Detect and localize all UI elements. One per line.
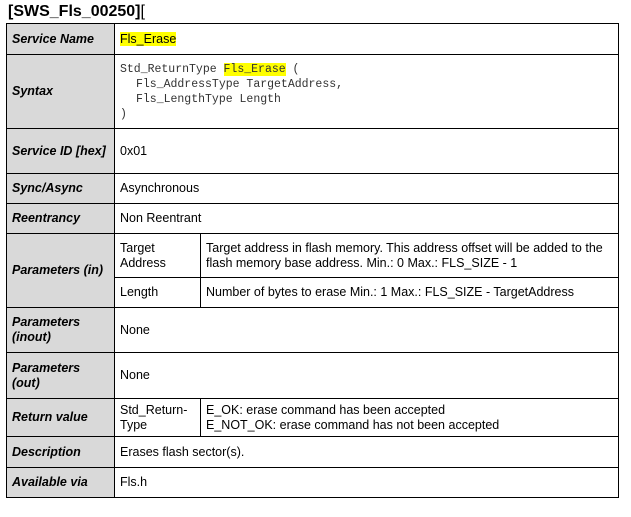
reentrancy-value: Non Reentrant [114, 203, 619, 234]
row-return-value: Return value Std_Return-Type E_OK: erase… [6, 398, 619, 437]
reentrancy-label: Reentrancy [6, 203, 115, 234]
row-reentrancy: Reentrancy Non Reentrant [6, 203, 619, 234]
row-parameters-in-1: Parameters (in) Target Address Target ad… [6, 233, 619, 308]
row-available-via: Available via Fls.h [6, 467, 619, 498]
return-value-label: Return value [6, 398, 115, 437]
syntax-value: Std_ReturnType Fls_Erase (Fls_AddressTyp… [114, 54, 619, 129]
syntax-return-type: Std_ReturnType [120, 62, 224, 76]
row-sync-async: Sync/Async Asynchronous [6, 173, 619, 204]
service-spec-table: Service Name Fls_Erase Syntax Std_Return… [6, 23, 619, 498]
service-name-label: Service Name [6, 23, 115, 55]
row-description: Description Erases flash sector(s). [6, 436, 619, 468]
syntax-label: Syntax [6, 54, 115, 129]
syntax-line-4: ) [120, 107, 127, 121]
service-name-highlight: Fls_Erase [120, 31, 177, 46]
description-value: Erases flash sector(s). [114, 436, 619, 468]
service-id-value: 0x01 [114, 128, 619, 174]
param-description: Target address in flash memory. This add… [200, 233, 619, 278]
return-ok: E_OK: erase command has been accepted [206, 402, 446, 417]
syntax-function-name: Fls_Erase [223, 62, 286, 76]
return-type: Std_Return-Type [114, 398, 201, 437]
sync-async-value: Asynchronous [114, 173, 619, 204]
return-not-ok: E_NOT_OK: erase command has not been acc… [206, 417, 500, 432]
requirement-open-bracket: [ [140, 3, 145, 20]
param-description: Number of bytes to erase Min.: 1 Max.: F… [200, 277, 619, 308]
requirement-id-text: [SWS_Fls_00250] [8, 3, 141, 20]
syntax-line-1: Std_ReturnType Fls_Erase ( [120, 62, 613, 77]
requirement-id: [SWS_Fls_00250][ [8, 3, 145, 21]
parameters-inout-label: Parameters (inout) [6, 307, 115, 353]
parameters-inout-value: None [114, 307, 619, 353]
sync-async-label: Sync/Async [6, 173, 115, 204]
description-label: Description [6, 436, 115, 468]
return-value-desc: E_OK: erase command has been accepted E_N… [200, 398, 619, 437]
row-syntax: Syntax Std_ReturnType Fls_Erase (Fls_Add… [6, 54, 619, 129]
service-name-value: Fls_Erase [114, 23, 619, 55]
syntax-line-3: Fls_LengthType Length [136, 92, 281, 106]
row-parameters-out: Parameters (out) None [6, 352, 619, 399]
parameters-out-label: Parameters (out) [6, 352, 115, 399]
syntax-open-paren: ( [285, 62, 300, 76]
parameters-out-value: None [114, 352, 619, 399]
param-name: Length [114, 277, 201, 308]
service-id-label: Service ID [hex] [6, 128, 115, 174]
syntax-line-2: Fls_AddressType TargetAddress, [136, 77, 344, 91]
row-parameters-inout: Parameters (inout) None [6, 307, 619, 353]
parameters-in-label: Parameters (in) [6, 233, 115, 308]
available-via-label: Available via [6, 467, 115, 498]
row-service-id: Service ID [hex] 0x01 [6, 128, 619, 174]
available-via-value: Fls.h [114, 467, 619, 498]
row-service-name: Service Name Fls_Erase [6, 23, 619, 55]
param-name: Target Address [114, 233, 201, 278]
